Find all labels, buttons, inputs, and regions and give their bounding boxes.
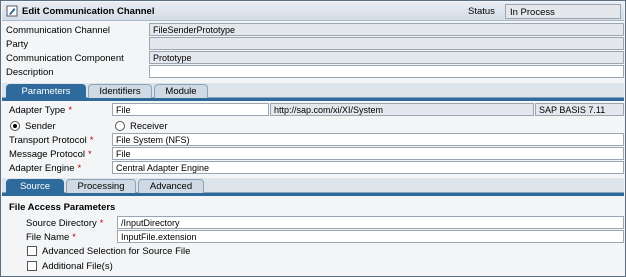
tab-identifiers[interactable]: Identifiers [88, 84, 152, 98]
adapter-swcv-field[interactable]: SAP BASIS 7.11 [535, 103, 624, 116]
tab-advanced[interactable]: Advanced [138, 179, 204, 193]
file-name-field[interactable]: InputFile.extension [117, 230, 624, 243]
additional-files-label: Additional File(s) [42, 261, 113, 272]
channel-field[interactable]: FileSenderPrototype [149, 23, 624, 36]
party-field[interactable] [149, 37, 624, 50]
tab-parameters[interactable]: Parameters [6, 84, 86, 98]
page-title: Edit Communication Channel [22, 6, 155, 17]
sender-radio[interactable] [10, 121, 20, 131]
file-name-label: File Name * [26, 232, 76, 243]
tab-module[interactable]: Module [154, 84, 208, 98]
status-label: Status [468, 6, 495, 17]
adapter-namespace-field[interactable]: http://sap.com/xi/XI/System [270, 103, 534, 116]
transport-protocol-field[interactable]: File System (NFS) [112, 133, 624, 146]
adapter-engine-field[interactable]: Central Adapter Engine [112, 161, 624, 174]
main-tab-bar: Parameters Identifiers Module [2, 83, 624, 98]
receiver-label: Receiver [130, 121, 168, 132]
tab-source[interactable]: Source [6, 179, 64, 193]
source-directory-label: Source Directory * [26, 218, 104, 229]
edit-channel-window: Edit Communication Channel Status In Pro… [0, 0, 626, 277]
transport-protocol-label: Transport Protocol * [9, 135, 94, 146]
tab-processing[interactable]: Processing [66, 179, 136, 193]
description-field[interactable] [149, 65, 624, 78]
subtab-panel-top-border [2, 193, 624, 196]
sub-tab-bar: Source Processing Advanced [2, 178, 624, 193]
channel-label: Communication Channel [6, 25, 111, 36]
tab-panel-top-border [2, 98, 624, 101]
file-access-section-title: File Access Parameters [9, 202, 116, 213]
sender-label: Sender [25, 121, 56, 132]
adapter-type-label: Adapter Type * [9, 105, 73, 116]
component-label: Communication Component [6, 53, 124, 64]
receiver-radio[interactable] [115, 121, 125, 131]
additional-files-checkbox[interactable] [27, 261, 37, 271]
adapter-engine-label: Adapter Engine * [9, 163, 82, 174]
source-directory-field[interactable]: /InputDirectory [117, 216, 624, 229]
adapter-type-field[interactable]: File [112, 103, 269, 116]
status-value: In Process [505, 4, 621, 19]
edit-icon [6, 5, 18, 17]
advanced-selection-checkbox[interactable] [27, 246, 37, 256]
description-label: Description [6, 67, 54, 78]
advanced-selection-label: Advanced Selection for Source File [42, 246, 191, 257]
component-field[interactable]: Prototype [149, 51, 624, 64]
message-protocol-field[interactable]: File [112, 147, 624, 160]
party-label: Party [6, 39, 29, 50]
title-bar: Edit Communication Channel Status In Pro… [2, 2, 624, 21]
message-protocol-label: Message Protocol * [9, 149, 92, 160]
